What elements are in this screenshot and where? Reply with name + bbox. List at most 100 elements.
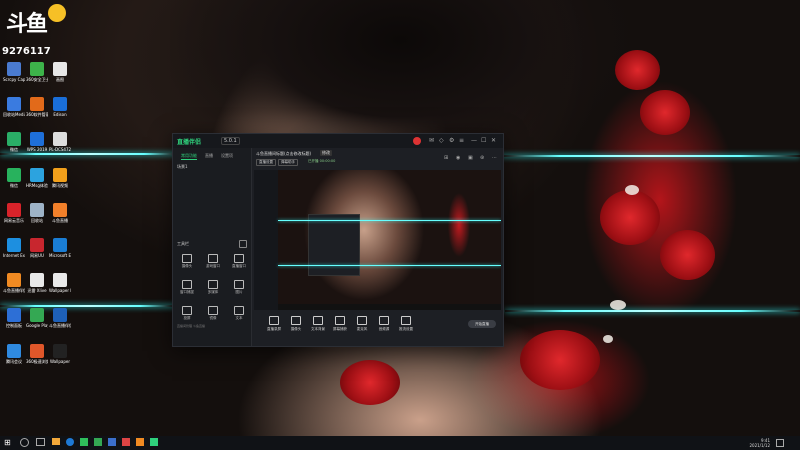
tool-button[interactable]: 文本 — [229, 306, 249, 321]
room-status: 已开播 00:00:00 — [308, 159, 336, 163]
windows-taskbar: ⊞ 9:41 2021/1/12 — [0, 436, 800, 450]
desktop-icon[interactable]: 微信 — [3, 167, 25, 188]
desktop-icon[interactable]: PL-DCS472026 — [49, 132, 71, 152]
share-icon[interactable]: ⊞ — [444, 155, 448, 161]
desktop-icon[interactable]: 迅雷 Xlive — [26, 273, 48, 293]
notification-icon[interactable] — [776, 439, 784, 447]
live-settings-chip[interactable]: 直播设置 — [256, 159, 276, 166]
tab-common[interactable]: 常用功能 — [181, 153, 197, 160]
desktop-icon[interactable]: Google Play — [26, 308, 48, 328]
tool-button[interactable]: 镜像 — [203, 306, 223, 321]
desktop-icon[interactable]: 控制面板 — [3, 308, 25, 328]
tool-button[interactable]: 游戏窗口 — [203, 254, 223, 269]
desktop-icon[interactable]: Internet Explorer — [3, 238, 25, 258]
desktop-icon[interactable]: 回收站 — [26, 202, 48, 223]
live-companion-taskbar-icon[interactable] — [150, 438, 158, 446]
desktop-icon[interactable]: 网易云音乐 — [3, 202, 25, 223]
clock-date: 2021/1/12 — [749, 443, 770, 448]
app-icon — [30, 273, 44, 288]
room-title[interactable]: 斗鱼直播间标题(点击修改标题) — [256, 151, 311, 157]
tool-button[interactable]: 多媒体 — [203, 280, 223, 295]
windows-start-icon[interactable]: ⊞ — [4, 438, 14, 448]
edge-icon[interactable] — [66, 438, 74, 446]
tool-icon — [182, 254, 192, 263]
tool-button[interactable]: 窗口捕捉 — [177, 280, 197, 295]
desktop-icon[interactable]: 斗鱼直播 — [49, 202, 71, 223]
douyu-taskbar-icon[interactable] — [136, 438, 144, 446]
douyu-logo-text: 斗鱼 — [6, 12, 48, 37]
tool-button[interactable]: 直播窗口 — [229, 254, 249, 269]
desktop-icon[interactable]: 网易UU — [26, 238, 48, 258]
tool-icon — [182, 280, 192, 289]
close-icon[interactable]: ✕ — [491, 137, 496, 144]
record-icon[interactable]: ◉ — [456, 155, 460, 161]
app-taskbar-icon[interactable] — [108, 438, 116, 446]
app-icon — [30, 343, 44, 358]
link-icon[interactable]: ⊛ — [480, 155, 484, 161]
minimize-icon[interactable]: — — [471, 137, 477, 144]
menu-icon[interactable]: ≡ — [459, 137, 464, 144]
douyu-logo: 斗鱼 — [2, 2, 70, 46]
mail-icon[interactable]: ✉ — [429, 137, 434, 144]
desktop-icon[interactable]: 腾讯视频 — [49, 167, 71, 188]
avatar[interactable] — [413, 137, 421, 145]
play-icon[interactable] — [94, 438, 102, 446]
tools-toggle-icon[interactable] — [239, 240, 247, 248]
tool-button[interactable]: 投屏 — [177, 306, 197, 321]
desktop-icon[interactable]: 360安全卫士 — [26, 62, 48, 82]
app-version-badge: 5.0.1 — [221, 137, 240, 145]
file-explorer-icon[interactable] — [52, 438, 60, 445]
tool-icon — [234, 306, 244, 315]
desktop-icon[interactable]: HRMsg体验版 — [26, 167, 48, 188]
scene-label[interactable]: 场景1 — [177, 164, 188, 170]
desktop-icon-label: HRMsg体验版 — [26, 182, 48, 188]
app-icon — [53, 308, 67, 323]
tool-button[interactable]: 图片 — [229, 280, 249, 295]
desktop-icon[interactable]: 斗鱼直播伴侣 — [3, 273, 25, 293]
tool-label: 多媒体 — [207, 290, 219, 294]
tool-button[interactable]: 摄像头 — [177, 254, 197, 269]
glow-line-right-bottom — [505, 310, 800, 312]
desktop-icon[interactable]: 画图 — [49, 62, 71, 82]
task-view-icon[interactable] — [36, 438, 45, 446]
stream-preview[interactable] — [254, 170, 501, 310]
app-icon — [30, 132, 44, 147]
netease-taskbar-icon[interactable] — [122, 438, 130, 446]
maximize-icon[interactable]: ☐ — [481, 137, 486, 144]
streaming-app-window[interactable]: 直播伴侣 5.0.1 ✉ ◇ ⚙ ≡ — ☐ ✕ 常用功能 直播 设置项 场景1… — [172, 133, 504, 347]
edit-title-button[interactable]: 修改 — [320, 150, 332, 156]
desktop-icon[interactable]: WPS 2019 — [26, 132, 48, 152]
app-titlebar[interactable]: 直播伴侣 5.0.1 ✉ ◇ ⚙ ≡ — ☐ ✕ — [173, 134, 503, 148]
desktop-icon-label: 画图 — [56, 77, 64, 82]
search-icon[interactable] — [20, 438, 29, 447]
screenshot-icon[interactable]: ▣ — [468, 155, 473, 161]
desktop-icon[interactable]: Wallpaper Engine — [49, 273, 71, 293]
gift-icon[interactable]: ◇ — [439, 137, 444, 144]
tab-live[interactable]: 直播 — [205, 153, 213, 159]
desktop-icon[interactable]: Microsoft Edge — [49, 238, 71, 258]
desktop-icon[interactable]: 微信 — [3, 132, 25, 152]
danmu-chip[interactable]: 弹幕助手 — [278, 159, 298, 166]
settings-icon[interactable]: ⚙ — [449, 137, 454, 144]
more-icon[interactable]: ⋯ — [492, 155, 497, 161]
nested-app-window — [308, 214, 360, 276]
desktop-icon[interactable]: Edison — [49, 97, 71, 117]
app-icon — [53, 97, 67, 112]
desktop-icon[interactable]: Scrcpy Capabilities — [3, 62, 25, 82]
rose — [600, 190, 660, 245]
desktop-icon[interactable]: 360软件管家 — [26, 97, 48, 117]
desktop-icon[interactable]: 360极速浏览器 — [26, 343, 48, 364]
tab-settings[interactable]: 设置项 — [221, 153, 233, 159]
desktop-icon-label: Wallpaper Engine — [49, 288, 71, 294]
desktop-icon-label: Scrcpy Capabilities — [3, 77, 25, 82]
desktop-icon[interactable]: Wallpaper — [49, 343, 71, 364]
tool-label: 窗口捕捉 — [180, 290, 194, 294]
desktop-icon[interactable]: 腾讯会议 — [3, 343, 25, 364]
desktop-icon-label: WPS 2019 — [26, 147, 48, 153]
wechat-taskbar-icon[interactable] — [80, 438, 88, 446]
system-clock[interactable]: 9:41 2021/1/12 — [749, 438, 770, 448]
app-icon — [30, 97, 44, 112]
desktop-icon[interactable]: 回收站Media+Lib — [3, 97, 25, 117]
desktop-icon-label: Edison — [53, 112, 67, 118]
desktop-icon[interactable]: 斗鱼直播伴侣 — [49, 308, 71, 328]
